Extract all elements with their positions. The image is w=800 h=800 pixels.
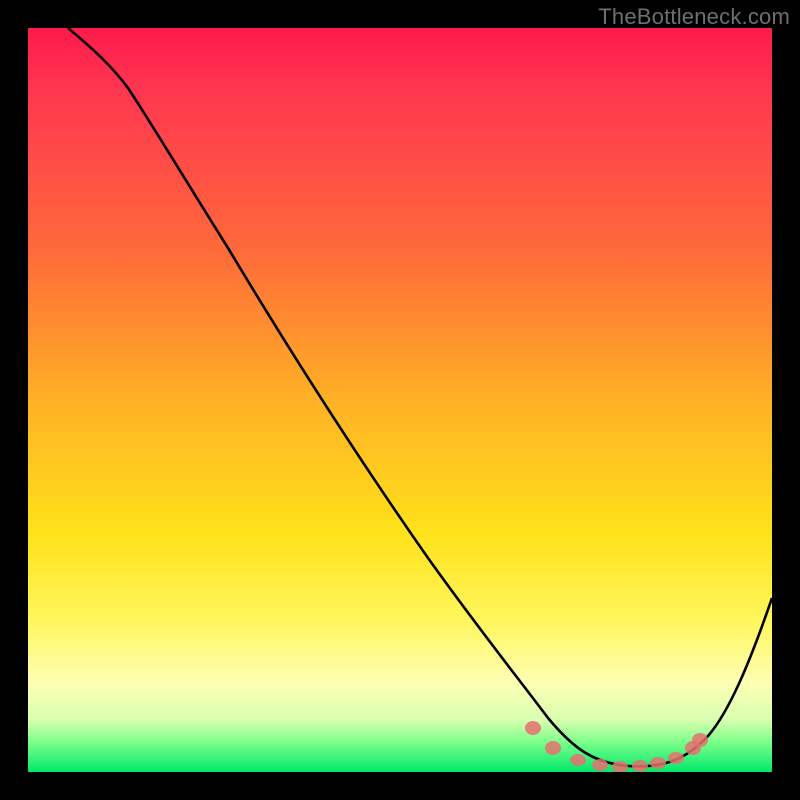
curve-layer bbox=[28, 28, 772, 772]
chart-frame: TheBottleneck.com bbox=[0, 0, 800, 800]
highlight-dots bbox=[525, 721, 708, 772]
watermark-text: TheBottleneck.com bbox=[598, 4, 790, 30]
bottleneck-curve bbox=[68, 28, 772, 766]
plot-area bbox=[28, 28, 772, 772]
